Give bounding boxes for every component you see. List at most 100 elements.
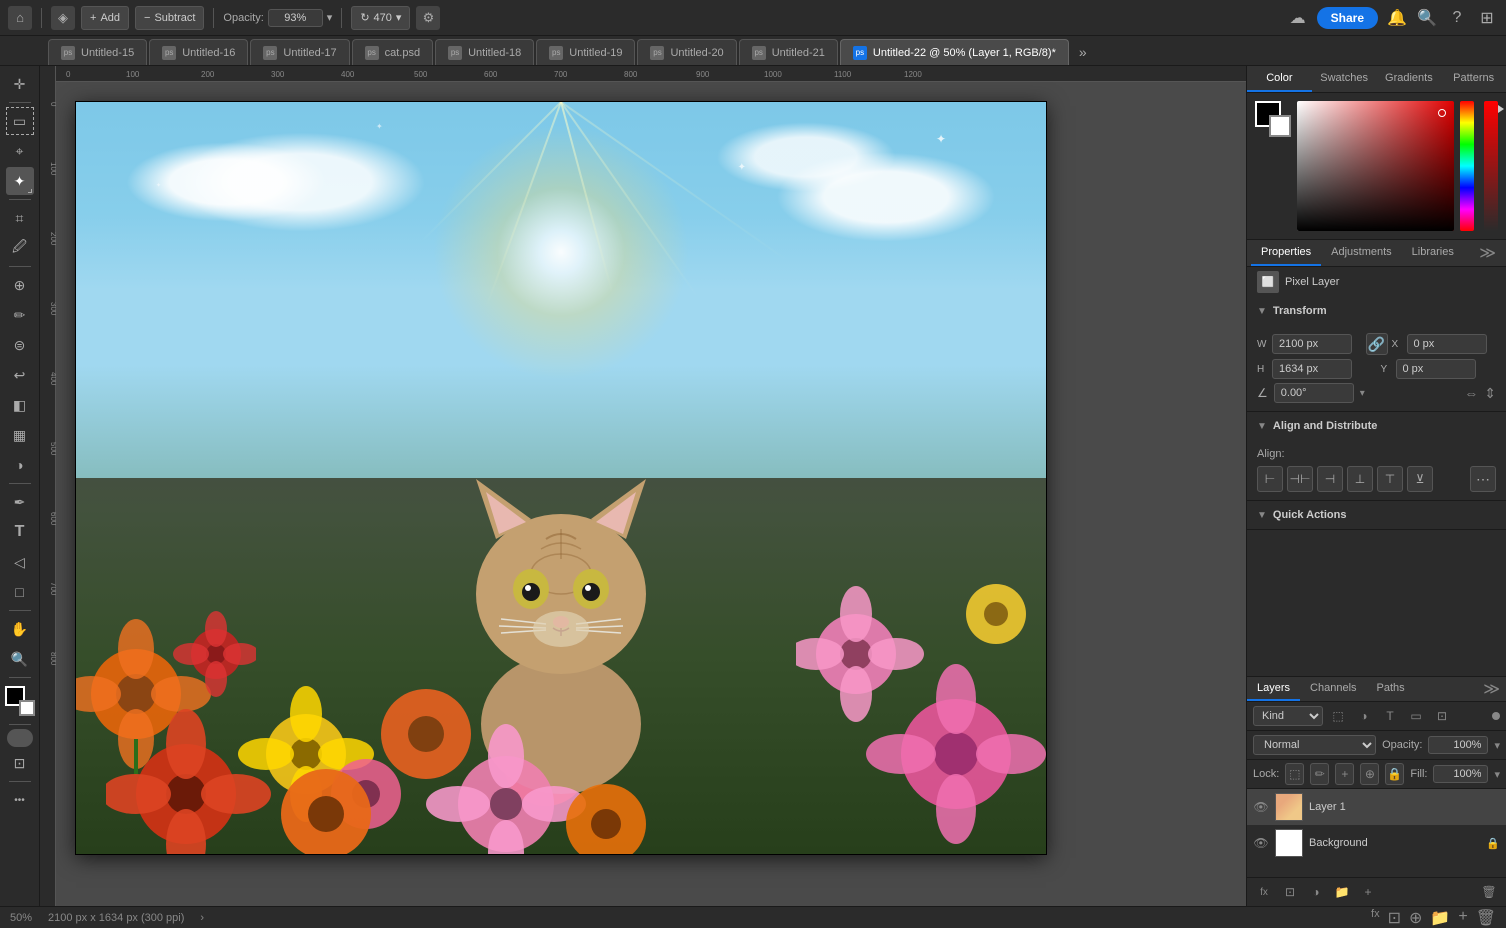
blend-mode-select[interactable]: Normal	[1253, 735, 1376, 755]
layer-visibility-icon[interactable]: 👁	[1253, 799, 1269, 815]
settings-icon[interactable]: ⚙	[416, 6, 440, 30]
tab-untitled21[interactable]: ps Untitled-21	[739, 39, 838, 65]
shape-tool[interactable]: □	[6, 578, 34, 606]
width-input[interactable]	[1272, 334, 1352, 354]
zoom-tool[interactable]: 🔍	[6, 645, 34, 673]
tab-adjustments[interactable]: Adjustments	[1321, 240, 1402, 266]
status-btn-mask[interactable]: ⊡	[1388, 908, 1401, 928]
opacity-dropdown-arrow[interactable]: ▾	[1494, 739, 1500, 752]
tab-untitled17[interactable]: ps Untitled-17	[250, 39, 349, 65]
home-icon[interactable]: ⌂	[8, 6, 32, 30]
tab-catpsd[interactable]: ps cat.psd	[352, 39, 433, 65]
lock-move-button[interactable]: ⊕	[1360, 763, 1379, 785]
share-button[interactable]: Share	[1317, 7, 1378, 29]
height-input[interactable]	[1272, 359, 1352, 379]
layer-opacity-input[interactable]	[1428, 736, 1488, 754]
clone-tool[interactable]: ⊜	[6, 331, 34, 359]
layer-pixel-icon[interactable]: ⬚	[1327, 705, 1349, 727]
flip-v-icon[interactable]: ⇕	[1484, 385, 1496, 402]
transform-section-header[interactable]: ▼ Transform	[1247, 297, 1506, 325]
hue-strip[interactable]	[1460, 101, 1474, 231]
tab-paths[interactable]: Paths	[1367, 677, 1415, 701]
tab-layers[interactable]: Layers	[1247, 677, 1300, 701]
x-input[interactable]	[1407, 334, 1487, 354]
angle-dropdown[interactable]: ▾	[1360, 388, 1365, 399]
gradient-tool[interactable]: ▦	[6, 421, 34, 449]
layer-visibility-icon[interactable]: 👁	[1253, 835, 1269, 851]
angle-input[interactable]	[1274, 383, 1354, 403]
help-icon[interactable]: ?	[1446, 7, 1468, 29]
tab-patterns[interactable]: Patterns	[1441, 66, 1506, 92]
align-left-button[interactable]: ⊢	[1257, 466, 1283, 492]
tab-untitled19[interactable]: ps Untitled-19	[536, 39, 635, 65]
flip-h-icon[interactable]: ⇔	[1464, 385, 1478, 401]
add-adjustment-button[interactable]: ◑	[1305, 881, 1327, 903]
eyedropper-tool[interactable]: 🖉	[6, 234, 34, 262]
y-input[interactable]	[1396, 359, 1476, 379]
lock-pixels-button[interactable]: ⬚	[1285, 763, 1304, 785]
layer-kind-select[interactable]: Kind	[1253, 706, 1323, 726]
layers-panel-expand[interactable]: ≫	[1477, 677, 1506, 701]
alpha-strip[interactable]	[1484, 101, 1498, 231]
move-tool[interactable]: ✛	[6, 70, 34, 98]
hand-tool[interactable]: ✋	[6, 615, 34, 643]
tab-untitled16[interactable]: ps Untitled-16	[149, 39, 248, 65]
fill-dropdown[interactable]: ▾	[1494, 768, 1500, 781]
new-group-button[interactable]: 📁	[1331, 881, 1353, 903]
status-btn-folder[interactable]: 📁	[1430, 908, 1450, 928]
canvas-viewport[interactable]: ✦ ✦ ✦ ✦	[56, 82, 1246, 906]
delete-layer-button[interactable]: 🗑	[1478, 881, 1500, 903]
bell-icon[interactable]: 🔔	[1386, 7, 1408, 29]
status-btn-new[interactable]: ⊕	[1409, 908, 1422, 928]
tab-swatches[interactable]: Swatches	[1312, 66, 1377, 92]
lock-all-button[interactable]: 🔒	[1385, 763, 1404, 785]
brush-tool[interactable]: ✏	[6, 301, 34, 329]
lock-artboard-button[interactable]: +	[1335, 763, 1354, 785]
layer-smart-icon[interactable]: ⊡	[1431, 705, 1453, 727]
tab-properties[interactable]: Properties	[1251, 240, 1321, 266]
layer-item-background[interactable]: 👁 Background 🔒	[1247, 825, 1506, 861]
panel-expand-button[interactable]: ≫	[1473, 240, 1502, 266]
add-mask-button[interactable]: ⊡	[1279, 881, 1301, 903]
color-gradient[interactable]	[1297, 101, 1454, 231]
tab-channels[interactable]: Channels	[1300, 677, 1366, 701]
tab-untitled15[interactable]: ps Untitled-15	[48, 39, 147, 65]
lock-position-button[interactable]: ✏	[1310, 763, 1329, 785]
status-btn-fx[interactable]: fx	[1371, 908, 1380, 928]
align-center-h-button[interactable]: ⊣⊢	[1287, 466, 1313, 492]
status-btn-plus[interactable]: +	[1458, 908, 1467, 928]
layer-shape-icon[interactable]: ▭	[1405, 705, 1427, 727]
distribute-left-button[interactable]: ⊥	[1347, 466, 1373, 492]
dodge-tool[interactable]: ◑	[6, 451, 34, 479]
distribute-center-button[interactable]: ⊤	[1377, 466, 1403, 492]
tab-color[interactable]: Color	[1247, 66, 1312, 92]
workspace-icon[interactable]: ⊞	[1476, 7, 1498, 29]
layer-item-layer1[interactable]: 👁 Layer 1	[1247, 789, 1506, 825]
add-button[interactable]: + Add	[81, 6, 129, 30]
quick-actions-header[interactable]: ▼ Quick Actions	[1247, 501, 1506, 529]
opacity-value[interactable]: 93%	[268, 9, 323, 27]
layer-adjust-icon[interactable]: ◑	[1353, 705, 1375, 727]
path-select-tool[interactable]: ◁	[6, 548, 34, 576]
background-swatch[interactable]	[1269, 115, 1291, 137]
layer-type-icon-btn[interactable]: T	[1379, 705, 1401, 727]
fill-input[interactable]	[1433, 765, 1488, 783]
new-layer-button[interactable]: +	[1357, 881, 1379, 903]
opacity-dropdown[interactable]: ▾	[327, 11, 333, 24]
quick-mask-tool[interactable]	[7, 729, 33, 747]
align-right-button[interactable]: ⊣	[1317, 466, 1343, 492]
cloud-icon[interactable]: ☁	[1287, 7, 1309, 29]
magic-wand-tool[interactable]: ✦	[6, 167, 34, 195]
tab-untitled18[interactable]: ps Untitled-18	[435, 39, 534, 65]
pen-tool[interactable]: ✒	[6, 488, 34, 516]
tab-libraries[interactable]: Libraries	[1402, 240, 1464, 266]
text-tool[interactable]: T	[6, 518, 34, 546]
search-icon[interactable]: 🔍	[1416, 7, 1438, 29]
lasso-tool[interactable]: ⌖	[6, 137, 34, 165]
more-tools-button[interactable]: •••	[6, 786, 34, 814]
more-align-button[interactable]: ⋯	[1470, 466, 1496, 492]
add-fx-button[interactable]: fx	[1253, 881, 1275, 903]
history-brush-tool[interactable]: ↩	[6, 361, 34, 389]
status-arrow[interactable]: ›	[200, 912, 204, 924]
healing-tool[interactable]: ⊕	[6, 271, 34, 299]
